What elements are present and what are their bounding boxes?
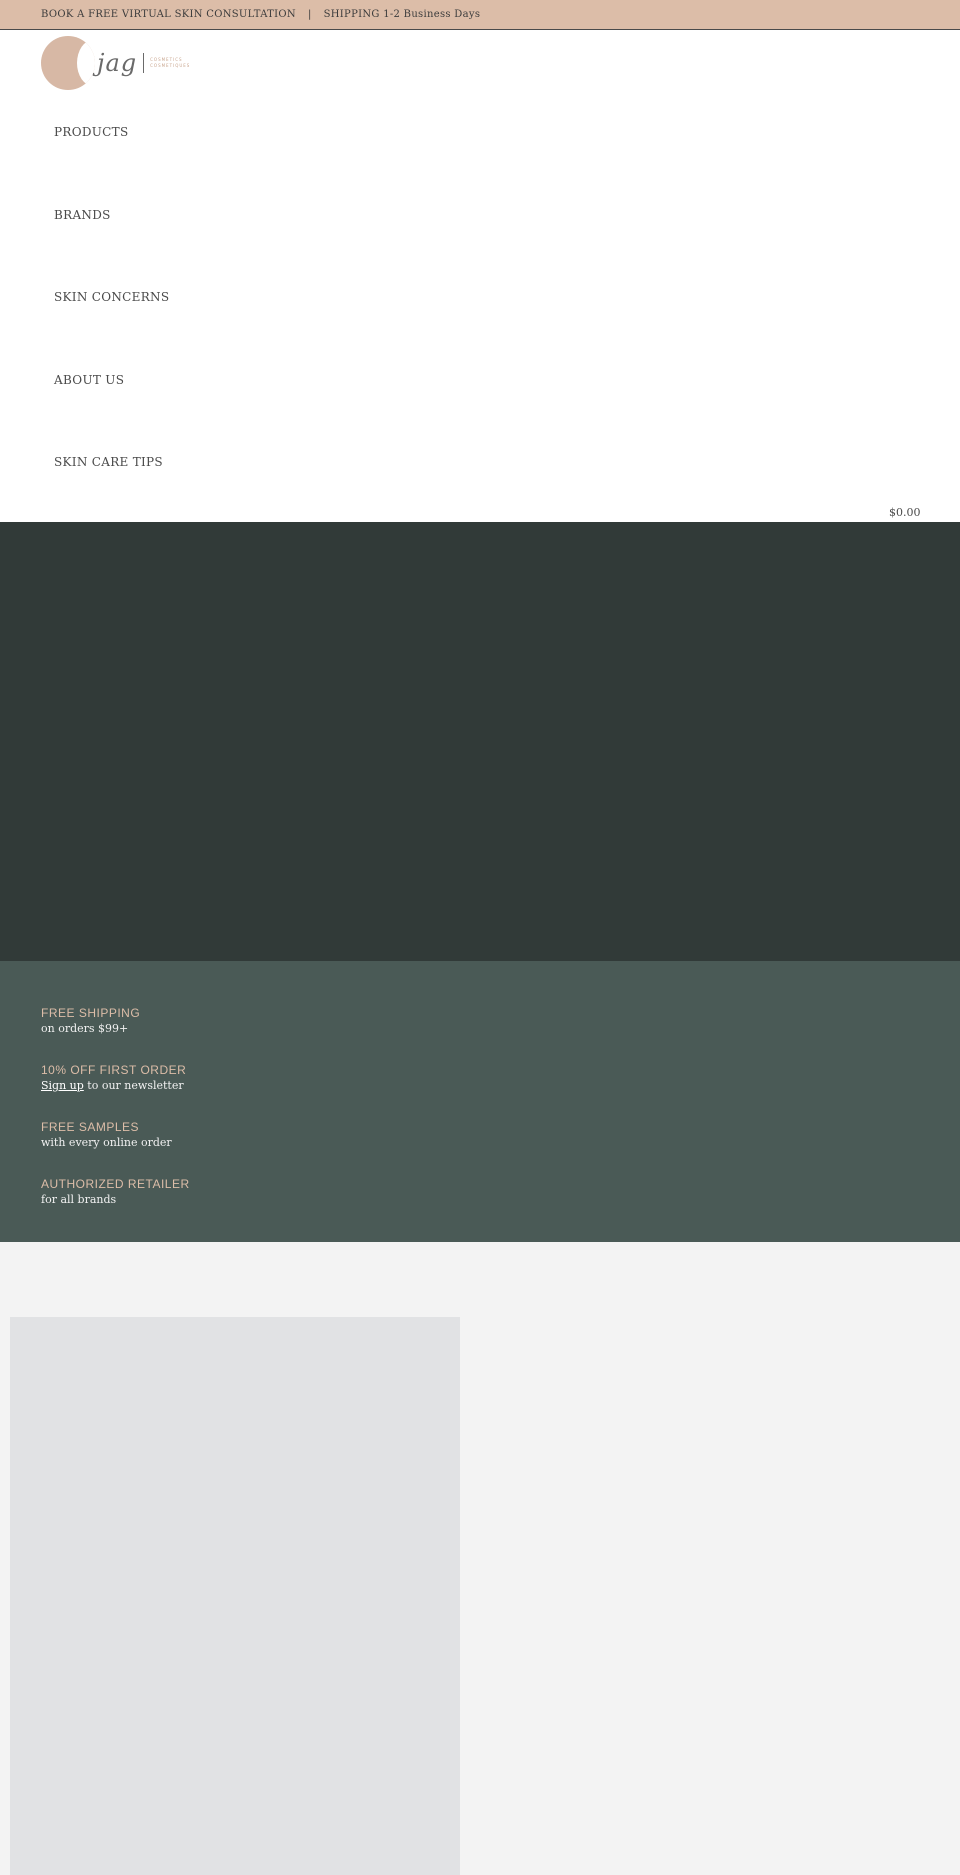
nav-item-about-us[interactable]: ABOUT US	[54, 373, 169, 456]
perk-subtitle-text: to our newsletter	[83, 1079, 184, 1092]
logo-subline-2: COSMETIQUES	[150, 63, 191, 68]
logo-subline: COSMETICS COSMETIQUES	[150, 57, 190, 69]
perk-title: FREE SAMPLES	[41, 1120, 140, 1134]
cart-total[interactable]: $0.00	[889, 506, 921, 519]
logo[interactable]: jag COSMETICS COSMETIQUES	[41, 35, 193, 91]
shipping-time: 1-2 Business Days	[383, 9, 481, 20]
logo-divider	[143, 53, 145, 73]
logo-subline-1: COSMETICS	[150, 57, 183, 62]
perk-free-samples: FREE SAMPLES with every online order	[41, 1119, 960, 1176]
logo-wordmark: jag	[97, 49, 138, 77]
perk-subtitle: with every online order	[41, 1136, 172, 1149]
nav-item-skin-concerns[interactable]: SKIN CONCERNS	[54, 290, 169, 373]
perk-free-shipping: FREE SHIPPING on orders $99+	[41, 1005, 960, 1062]
announcement-bar: BOOK A FREE VIRTUAL SKIN CONSULTATION | …	[0, 0, 960, 30]
newsletter-signup-link[interactable]: Sign up	[41, 1079, 84, 1092]
main-nav: PRODUCTS BRANDS SKIN CONCERNS ABOUT US S…	[54, 125, 169, 538]
site-header: jag COSMETICS COSMETIQUES PRODUCTS BRAND…	[0, 30, 960, 522]
perk-subtitle: on orders $99+	[41, 1022, 129, 1035]
perk-title: AUTHORIZED RETAILER	[41, 1177, 190, 1191]
product-card-placeholder[interactable]	[10, 1317, 460, 1875]
perk-title: FREE SHIPPING	[41, 1006, 141, 1020]
nav-item-brands[interactable]: BRANDS	[54, 208, 169, 291]
perk-authorized-retailer: AUTHORIZED RETAILER for all brands	[41, 1176, 960, 1233]
logo-face-icon	[41, 36, 95, 90]
perks-section: FREE SHIPPING on orders $99+ 10% OFF FIR…	[0, 961, 960, 1242]
announcement-separator: |	[307, 9, 312, 20]
perk-subtitle: for all brands	[41, 1193, 117, 1206]
hero-banner	[0, 522, 960, 961]
perk-subtitle: Sign up to our newsletter	[41, 1078, 960, 1094]
perk-first-order: 10% OFF FIRST ORDER Sign up to our newsl…	[41, 1062, 960, 1119]
consultation-link[interactable]: BOOK A FREE VIRTUAL SKIN CONSULTATION	[41, 9, 296, 20]
shipping-label: SHIPPING	[323, 9, 380, 20]
nav-item-products[interactable]: PRODUCTS	[54, 125, 169, 208]
perk-title: 10% OFF FIRST ORDER	[41, 1063, 187, 1077]
